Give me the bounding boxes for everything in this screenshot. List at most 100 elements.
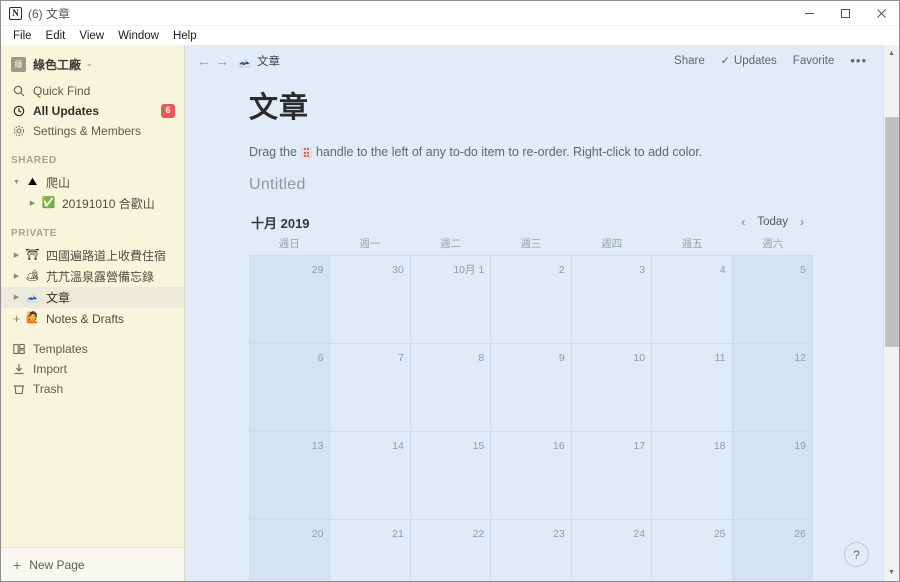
calendar-day-cell[interactable]: 3 xyxy=(571,256,653,344)
calendar-day-cell[interactable]: 11 xyxy=(652,344,733,432)
calendar-today-button[interactable]: Today xyxy=(752,216,793,228)
share-button[interactable]: Share xyxy=(666,55,713,67)
page-title[interactable]: 文章 xyxy=(249,90,813,126)
sidebar-page-label: Notes & Drafts xyxy=(46,311,125,326)
calendar-day-cell[interactable]: 2 xyxy=(491,256,572,344)
calendar-day-cell[interactable]: 29 xyxy=(250,256,331,344)
scroll-down-button[interactable]: ▼ xyxy=(884,564,900,581)
sidebar-page-pashan[interactable]: ▼ ⛰ 爬山 xyxy=(1,172,184,193)
favorite-button[interactable]: Favorite xyxy=(785,55,843,67)
calendar-day-cell[interactable]: 23 xyxy=(491,520,572,581)
calendar-day-cell[interactable]: 19 xyxy=(732,432,813,520)
sidebar-page-shikoku[interactable]: ▶ ⛩ 四國遍路道上收費住宿 xyxy=(1,245,184,266)
page-content: 文章 Drag the handle to the left of any to… xyxy=(185,76,883,581)
sidebar-item-templates[interactable]: Templates xyxy=(1,339,184,359)
calendar-day-cell[interactable]: 8 xyxy=(410,344,492,432)
calendar-prev-button[interactable]: ‹ xyxy=(734,212,752,232)
back-button[interactable]: ← xyxy=(195,50,213,72)
sidebar-page-onsen-camping[interactable]: ▶ 🏕 芁芁溫泉露營備忘錄 xyxy=(1,266,184,287)
forward-button[interactable]: → xyxy=(213,50,231,72)
sidebar-item-quick-find[interactable]: Quick Find xyxy=(1,81,184,101)
calendar-day-cell[interactable]: 5 xyxy=(732,256,813,344)
menu-view[interactable]: View xyxy=(72,29,111,43)
calendar-day-cell[interactable]: 10月 1 xyxy=(410,256,492,344)
disclosure-triangle-icon[interactable]: ▼ xyxy=(11,179,22,186)
menu-help[interactable]: Help xyxy=(166,29,204,43)
calendar-day-cell[interactable]: 20 xyxy=(250,520,331,581)
scrollbar-track[interactable] xyxy=(884,62,900,564)
breadcrumb[interactable]: 🗻 文章 xyxy=(237,53,280,69)
minimize-button[interactable] xyxy=(791,1,827,26)
sidebar-page-20191010[interactable]: ▶ ✅ 20191010 合歡山 xyxy=(1,193,184,214)
disclosure-triangle-icon[interactable]: ▶ xyxy=(27,200,38,207)
calendar-week-row: 29 30 10月 1 2 3 4 5 xyxy=(250,256,813,344)
sidebar-add-notes-drafts[interactable]: + 🙋 Notes & Drafts xyxy=(1,308,184,329)
disclosure-triangle-icon[interactable]: ▶ xyxy=(11,273,22,280)
calendar-day-cell[interactable]: 22 xyxy=(410,520,492,581)
menu-bar: File Edit View Window Help xyxy=(1,26,899,45)
page-emoji-icon: 🗻 xyxy=(25,291,40,303)
close-button[interactable] xyxy=(863,1,899,26)
calendar-day-cell[interactable]: 15 xyxy=(410,432,492,520)
calendar-day-cell[interactable]: 30 xyxy=(330,256,411,344)
sidebar-page-label: 爬山 xyxy=(46,176,71,190)
menu-edit[interactable]: Edit xyxy=(39,29,73,43)
workspace-switcher[interactable]: 綠 綠色工廠 ⌄ xyxy=(1,51,184,77)
untitled-block[interactable]: Untitled xyxy=(249,176,813,194)
sidebar-item-settings-members[interactable]: Settings & Members xyxy=(1,121,184,141)
calendar-day-cell[interactable]: 17 xyxy=(571,432,653,520)
vertical-scrollbar[interactable]: ▲ ▼ xyxy=(883,45,899,581)
more-options-icon[interactable]: ••• xyxy=(842,54,871,67)
calendar-day-cell[interactable]: 18 xyxy=(652,432,733,520)
calendar-day-number: 11 xyxy=(714,352,726,364)
calendar-day-cell[interactable]: 16 xyxy=(491,432,572,520)
calendar-day-cell[interactable]: 21 xyxy=(330,520,411,581)
scrollbar-thumb[interactable] xyxy=(884,117,899,347)
calendar-day-cell[interactable]: 4 xyxy=(652,256,733,344)
scroll-up-button[interactable]: ▲ xyxy=(884,45,900,62)
sidebar-item-all-updates[interactable]: All Updates 6 xyxy=(1,101,184,121)
calendar-day-number: 5 xyxy=(800,264,806,276)
calendar-day-cell[interactable]: 7 xyxy=(330,344,411,432)
calendar-day-cell[interactable]: 13 xyxy=(250,432,331,520)
sidebar-page-wenzhang[interactable]: ▶ 🗻 文章 xyxy=(1,287,184,308)
menu-file[interactable]: File xyxy=(6,29,39,43)
page-hint-text: Drag the handle to the left of any to-do… xyxy=(249,143,813,162)
calendar-day-number: 16 xyxy=(553,440,565,452)
maximize-button[interactable] xyxy=(827,1,863,26)
plus-icon[interactable]: + xyxy=(11,312,22,325)
import-icon xyxy=(11,363,26,375)
hint-text-after: handle to the left of any to-do item to … xyxy=(315,145,703,160)
sidebar-tool-label: Import xyxy=(33,362,68,376)
page-emoji-icon: 🙋 xyxy=(25,312,40,324)
calendar-day-cell[interactable]: 9 xyxy=(491,344,572,432)
menu-window[interactable]: Window xyxy=(111,29,166,43)
disclosure-triangle-icon[interactable]: ▶ xyxy=(11,252,22,259)
sidebar-item-trash[interactable]: Trash xyxy=(1,379,184,399)
page-emoji-icon: ✅ xyxy=(41,197,56,209)
calendar-day-cell[interactable]: 6 xyxy=(250,344,331,432)
calendar-day-cell[interactable]: 26 xyxy=(732,520,813,581)
disclosure-triangle-icon[interactable]: ▶ xyxy=(11,294,22,301)
sidebar-page-label: 芁芁溫泉露營備忘錄 xyxy=(46,270,155,284)
calendar-day-cell[interactable]: 25 xyxy=(652,520,733,581)
sidebar-item-import[interactable]: Import xyxy=(1,359,184,379)
updates-label: Updates xyxy=(733,54,777,67)
weekday-label: 週一 xyxy=(359,238,381,250)
calendar-next-button[interactable]: › xyxy=(793,212,811,232)
calendar-day-number: 8 xyxy=(478,352,485,364)
calendar-day-cell[interactable]: 10 xyxy=(571,344,653,432)
updates-button[interactable]: ✓ Updates xyxy=(713,54,785,68)
weekday-label: 週四 xyxy=(601,238,623,250)
calendar-day-cell[interactable]: 12 xyxy=(732,344,813,432)
page-emoji-icon: ⛩ xyxy=(25,249,40,261)
calendar-day-number: 20 xyxy=(311,528,324,540)
calendar-week-row: 6 7 8 9 10 11 12 xyxy=(250,344,813,432)
calendar-day-number: 22 xyxy=(472,528,485,540)
new-page-button[interactable]: + New Page xyxy=(1,547,184,581)
calendar-day-number: 14 xyxy=(392,440,404,452)
calendar-day-cell[interactable]: 24 xyxy=(571,520,653,581)
window-controls xyxy=(791,1,899,26)
help-button[interactable]: ? xyxy=(844,542,869,567)
calendar-day-cell[interactable]: 14 xyxy=(330,432,411,520)
